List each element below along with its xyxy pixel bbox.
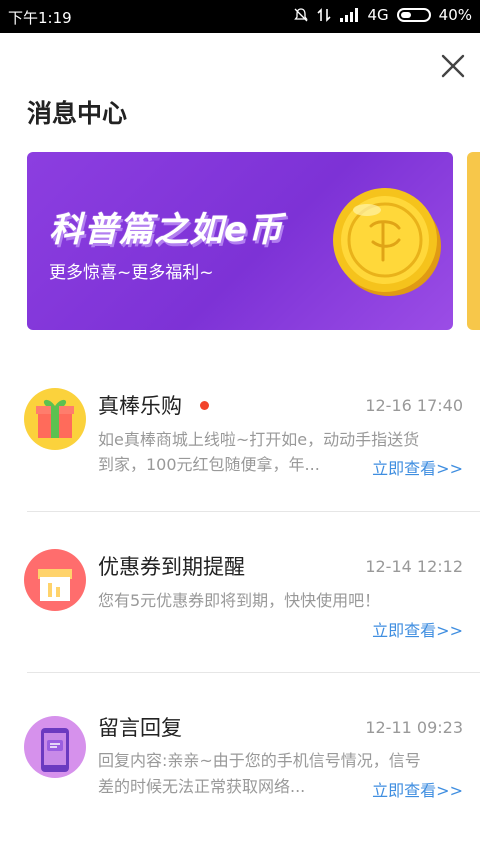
network-type: 4G: [367, 6, 389, 24]
battery-icon: [396, 8, 431, 22]
message-time: 12-16 17:40: [365, 396, 463, 415]
list-item[interactable]: 真棒乐购 12-16 17:40 如e真棒商城上线啦~打开如e，动动手指送货 到…: [0, 370, 480, 520]
message-time: 12-11 09:23: [365, 718, 463, 737]
banner-subtitle: 更多惊喜~更多福利~: [49, 263, 214, 283]
promo-banner[interactable]: 科普篇之如e币 更多惊喜~更多福利~: [27, 152, 453, 330]
message-title: 真棒乐购: [98, 394, 182, 418]
banner-title: 科普篇之如e币: [49, 210, 284, 250]
message-body-line1: 您有5元优惠券即将到期，快快使用吧！: [98, 591, 381, 610]
list-item[interactable]: 留言回复 12-11 09:23 回复内容:亲亲~由于您的手机信号情况，信号 差…: [0, 692, 480, 842]
view-now-link[interactable]: 立即查看>>: [372, 455, 463, 479]
chat-phone-icon: [24, 716, 86, 778]
next-banner-peek[interactable]: [467, 152, 480, 330]
view-now-link[interactable]: 立即查看>>: [372, 777, 463, 801]
close-icon[interactable]: [437, 50, 469, 82]
battery-level: [400, 12, 411, 18]
status-bar: 下午1:19 4G 40%: [0, 0, 480, 33]
message-title: 优惠券到期提醒: [98, 555, 245, 579]
message-time: 12-14 12:12: [365, 557, 463, 576]
message-body-line1: 回复内容:亲亲~由于您的手机信号情况，信号: [98, 751, 421, 770]
view-now-link[interactable]: 立即查看>>: [372, 617, 463, 641]
status-icons: 4G 40%: [293, 6, 472, 24]
battery-percent: 40%: [438, 6, 472, 24]
unread-dot: [200, 401, 209, 410]
gift-icon: [24, 388, 86, 450]
data-icon: [317, 8, 332, 22]
list-item[interactable]: 优惠券到期提醒 12-14 12:12 您有5元优惠券即将到期，快快使用吧！ 立…: [0, 531, 480, 681]
page-title: 消息中心: [27, 99, 128, 128]
status-time: 下午1:19: [8, 9, 72, 27]
divider: [27, 511, 480, 512]
message-title: 留言回复: [98, 716, 182, 740]
coin-icon: [333, 188, 441, 296]
signal-icon: [340, 8, 359, 22]
divider: [27, 672, 480, 673]
message-body-line1: 如e真棒商城上线啦~打开如e，动动手指送货: [98, 430, 420, 449]
coupon-icon: [24, 549, 86, 611]
mute-icon: [294, 8, 309, 22]
